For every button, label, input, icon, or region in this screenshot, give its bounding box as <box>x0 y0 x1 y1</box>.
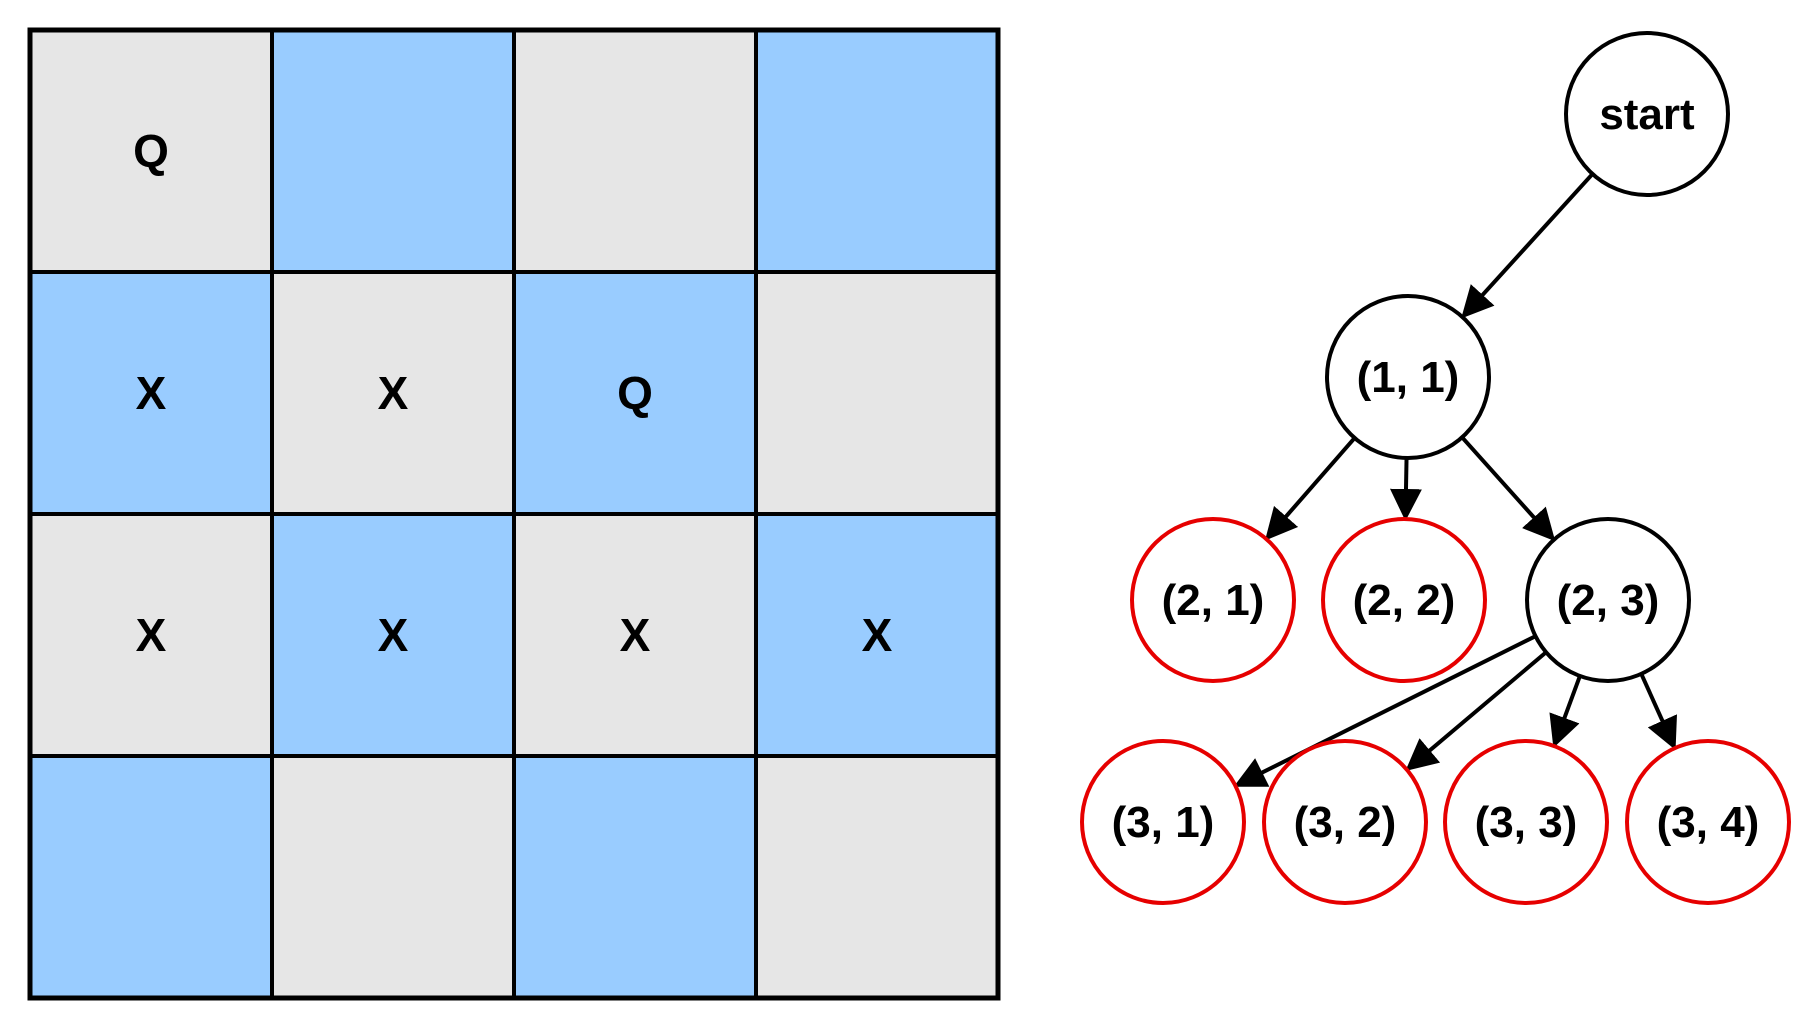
tree-nodes: start (1, 1) (2, 1) (2, 2) (2, 3) (3, 1) (3, 2… <box>1080 31 1791 905</box>
attacked-mark: X <box>862 609 893 661</box>
tree-node-label-n31: (3, 1) <box>1112 798 1215 847</box>
queen-mark: Q <box>133 125 169 177</box>
board-cell-r4-c4 <box>754 754 1000 1000</box>
board-cell-r1-c3 <box>512 28 758 274</box>
tree-node-label-n32: (3, 2) <box>1294 798 1397 847</box>
tree-node-label-start: start <box>1599 90 1695 139</box>
board-cell-r4-c1 <box>28 754 274 1000</box>
tree-edges <box>1233 172 1677 787</box>
tree-node-label-n33: (3, 3) <box>1475 798 1578 847</box>
attacked-mark: X <box>136 609 167 661</box>
tree-node-label-n34: (3, 4) <box>1657 798 1760 847</box>
attacked-mark: X <box>378 609 409 661</box>
board-cell-r1-c2 <box>270 28 516 274</box>
tree-node-label-n11: (1, 1) <box>1357 353 1460 402</box>
edge-start-to-n11 <box>1461 172 1595 319</box>
edge-n11-to-n22 <box>1389 457 1422 522</box>
tree-node-label-n21: (2, 1) <box>1162 576 1265 625</box>
chess-board: Q X X Q X X X X <box>27 27 1001 1001</box>
edge-n11-to-n21 <box>1265 436 1357 541</box>
board-cell-r1-c4 <box>754 28 1000 274</box>
edge-n23-to-n34 <box>1639 673 1677 750</box>
diagram-canvas: Q X X Q X X X X start (1, 1) (2, 1) (2, 2) (2, 3) (3… <box>27 27 1791 1001</box>
edge-n11-to-n23 <box>1460 435 1556 542</box>
tree-node-label-n22: (2, 2) <box>1353 576 1456 625</box>
board-cell-r2-c4 <box>754 270 1000 516</box>
board-cell-r4-c2 <box>270 754 516 1000</box>
attacked-mark: X <box>136 367 167 419</box>
tree-node-label-n23: (2, 3) <box>1557 576 1660 625</box>
edge-n23-to-n33 <box>1549 675 1582 748</box>
board-cell-r4-c3 <box>512 754 758 1000</box>
attacked-mark: X <box>620 609 651 661</box>
queen-mark: Q <box>617 367 653 419</box>
search-tree: start (1, 1) (2, 1) (2, 2) (2, 3) (3, 1) (3, 2… <box>1080 31 1791 905</box>
attacked-mark: X <box>378 367 409 419</box>
